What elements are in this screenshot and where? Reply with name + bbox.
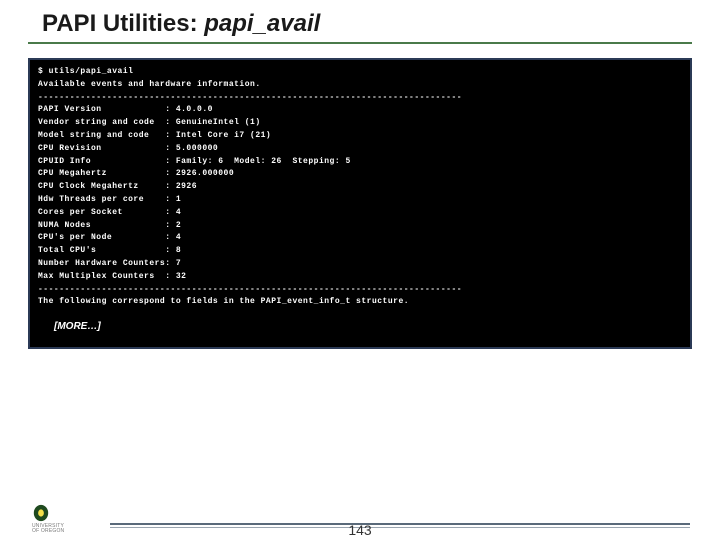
terminal-intro: Available events and hardware informatio… (38, 79, 682, 92)
page-number: 143 (0, 522, 720, 538)
title-bar: PAPI Utilities: papi_avail (28, 10, 692, 44)
terminal-hr: ----------------------------------------… (38, 284, 682, 297)
terminal-row: Cores per Socket : 4 (38, 207, 682, 220)
terminal-row: CPU Clock Megahertz : 2926 (38, 181, 682, 194)
terminal-hr: ----------------------------------------… (38, 92, 682, 105)
terminal-row: CPU Megahertz : 2926.000000 (38, 168, 682, 181)
title-command: papi_avail (204, 10, 320, 37)
terminal-row: Total CPU's : 8 (38, 245, 682, 258)
title-prefix: PAPI Utilities: (42, 10, 204, 37)
terminal-more: [MORE…] (38, 309, 682, 337)
terminal-row: CPU's per Node : 4 (38, 232, 682, 245)
slide: PAPI Utilities: papi_avail $ utils/papi_… (0, 10, 720, 540)
terminal-row: Max Multiplex Counters : 32 (38, 271, 682, 284)
terminal-row: NUMA Nodes : 2 (38, 220, 682, 233)
terminal-row: Hdw Threads per core : 1 (38, 194, 682, 207)
oregon-o-icon (32, 504, 50, 522)
terminal-rows: PAPI Version : 4.0.0.0Vendor string and … (38, 104, 682, 283)
terminal-block: $ utils/papi_avail Available events and … (28, 58, 692, 349)
terminal-command: $ utils/papi_avail (38, 66, 682, 79)
terminal-row: Model string and code : Intel Core i7 (2… (38, 130, 682, 143)
slide-title: PAPI Utilities: papi_avail (28, 10, 692, 38)
terminal-row: Number Hardware Counters: 7 (38, 258, 682, 271)
terminal-outro: The following correspond to fields in th… (38, 296, 682, 309)
terminal-row: PAPI Version : 4.0.0.0 (38, 104, 682, 117)
terminal-row: Vendor string and code : GenuineIntel (1… (38, 117, 682, 130)
terminal-row: CPU Revision : 5.000000 (38, 143, 682, 156)
terminal-row: CPUID Info : Family: 6 Model: 26 Steppin… (38, 156, 682, 169)
footer: UNIVERSITY OF OREGON 143 (0, 494, 720, 534)
